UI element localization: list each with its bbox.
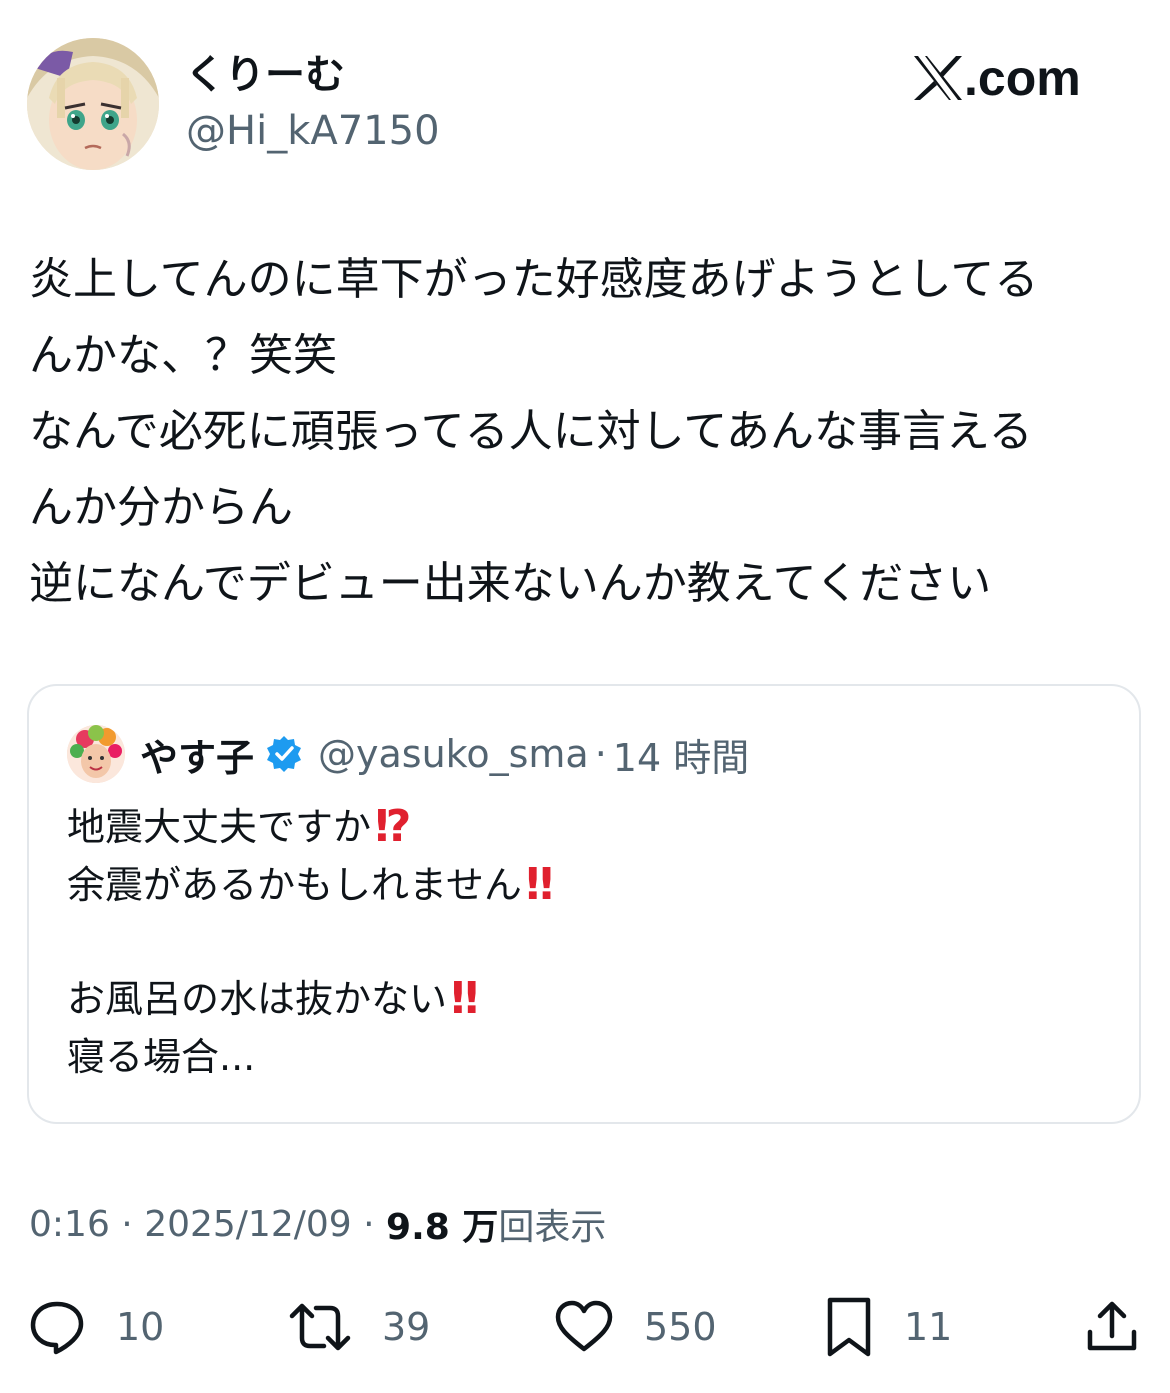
- quoted-line: 地震大丈夫ですか ⁉: [67, 798, 1107, 856]
- retweet-icon: [289, 1303, 351, 1351]
- like-button[interactable]: 550: [554, 1290, 717, 1364]
- bookmark-button[interactable]: 11: [824, 1290, 952, 1364]
- x-com-logo: .com: [912, 48, 1081, 108]
- x-com-text: .com: [964, 50, 1081, 106]
- tweet-line: んか分からん: [29, 482, 293, 533]
- like-count: 550: [644, 1305, 717, 1349]
- author-avatar[interactable]: [27, 38, 159, 170]
- quoted-timestamp[interactable]: 14 時間: [613, 727, 749, 782]
- tweet-time[interactable]: 0:16: [29, 1204, 110, 1245]
- author-display-name[interactable]: くりーむ: [185, 48, 345, 102]
- quoted-line: 寝る場合...: [67, 1028, 1107, 1086]
- retweet-count: 39: [382, 1305, 431, 1349]
- double-exclamation-emoji-icon: ‼: [525, 859, 554, 910]
- share-button[interactable]: [1084, 1290, 1140, 1364]
- views-count: 9.8 万: [386, 1207, 499, 1248]
- tweet-line: 逆になんでデビュー出来ないんか教えてください: [29, 558, 992, 609]
- quoted-line-text: 地震大丈夫ですか: [67, 805, 372, 849]
- share-icon: [1087, 1301, 1137, 1351]
- views-label: 回表示: [498, 1207, 607, 1248]
- avatar-illustration: [27, 38, 159, 170]
- separator-dot: ·: [594, 732, 607, 776]
- tweet-line: 炎上してんのに草下がった好感度あげようとしてる: [29, 254, 1039, 305]
- tweet-meta: 0:16 · 2025/12/09 · 9.8 万 回表示: [29, 1196, 606, 1252]
- heart-icon: [555, 1300, 613, 1352]
- reply-count: 10: [116, 1305, 165, 1349]
- tweet-line: んかな、？笑笑: [29, 330, 337, 381]
- tweet-date[interactable]: 2025/12/09: [144, 1204, 352, 1245]
- retweet-button[interactable]: 39: [288, 1290, 430, 1364]
- quoted-avatar-illustration: [67, 725, 125, 783]
- verified-badge-icon: [264, 734, 304, 774]
- quoted-line: 余震があるかもしれません ‼: [67, 856, 1107, 914]
- author-handle[interactable]: @Hi_kA7150: [186, 106, 440, 156]
- bookmark-count: 11: [904, 1305, 953, 1349]
- quoted-line-text: お風呂の水は抜かない: [67, 977, 448, 1021]
- action-bar: 10 39 550 11: [0, 1290, 1170, 1364]
- meta-separator: ·: [109, 1203, 145, 1245]
- x-logo-icon: [914, 56, 962, 100]
- quoted-line-text: 寝る場合...: [67, 1035, 256, 1079]
- quoted-author-avatar[interactable]: [67, 725, 125, 783]
- reply-icon: [30, 1301, 84, 1355]
- quoted-tweet-text: 地震大丈夫ですか ⁉ 余震があるかもしれません ‼ お風呂の水は抜かない ‼ 寝…: [67, 798, 1107, 1086]
- tweet-line: なんで必死に頑張ってる人に対してあんな事言える: [29, 406, 1033, 457]
- bookmark-icon: [827, 1297, 871, 1357]
- quoted-handle[interactable]: @yasuko_sma: [318, 732, 589, 776]
- meta-separator: ·: [351, 1203, 387, 1245]
- reply-button[interactable]: 10: [28, 1290, 164, 1364]
- quoted-tweet-header: やす子 @yasuko_sma · 14 時間: [140, 725, 749, 783]
- quoted-line: お風呂の水は抜かない ‼: [67, 970, 1107, 1028]
- tweet-text: 炎上してんのに草下がった好感度あげようとしてる んかな、？笑笑 なんで必死に頑張…: [29, 242, 1139, 622]
- double-exclamation-emoji-icon: ‼: [451, 973, 479, 1024]
- quoted-display-name[interactable]: やす子: [140, 727, 254, 782]
- quoted-line-text: 余震があるかもしれません: [67, 863, 522, 907]
- interrobang-emoji-icon: ⁉: [375, 801, 411, 852]
